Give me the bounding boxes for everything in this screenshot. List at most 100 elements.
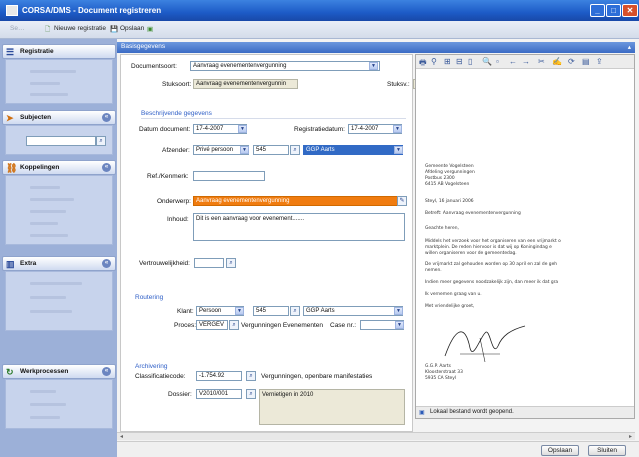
rotate-icon[interactable]: ⟳ [568,57,575,66]
columns-icon: ▥ [6,259,15,269]
split-icon[interactable]: ⊟ [456,57,463,66]
process-icon: ↻ [6,367,14,377]
tools-icon[interactable]: ✂ [538,57,545,66]
ref-kenmerk-field[interactable] [193,171,265,181]
klant-label: Klant: [177,308,194,315]
preview-status-text: Lokaal bestand wordt geopend. [430,409,514,415]
zoom-in-icon[interactable]: ▫ [496,57,499,66]
grid-icon[interactable]: ⊞ [444,57,451,66]
search-icon[interactable]: ⌕ [96,136,106,146]
datum-document-label: Datum document: [139,126,191,133]
dossier-field[interactable]: V2010/001 [196,389,242,399]
letter-line: nemen. [425,268,442,273]
subjecten-body: ⌕ [5,125,113,155]
vertrouwelijkheid-field[interactable] [194,258,224,268]
ref-kenmerk-label: Ref./Kenmerk: [147,173,189,180]
close-button[interactable]: ✕ [622,4,638,17]
onderwerp-field[interactable]: Aanvraag evenementenvergunning [193,196,398,206]
save-close-icon[interactable]: ▣ [147,25,153,33]
subject-search-input[interactable] [26,136,96,146]
chevron-down-icon[interactable]: ▼ [395,321,404,329]
documentsoort-label: Documentsoort: [131,63,177,70]
proces-code-field[interactable]: VERGEV [196,320,228,330]
klant-name-select[interactable]: GGP Aarts [303,306,403,316]
archivering-group-label: Archivering [135,363,168,370]
werkprocessen-items [5,379,113,429]
vertrouwelijkheid-label: Vertrouwelijkheid: [139,260,190,267]
search-icon[interactable]: ⌕ [229,320,239,330]
forward-icon[interactable]: → [522,57,530,66]
search-icon[interactable]: ⌕ [290,306,300,316]
inhoud-textarea[interactable]: Dit is een aanvraag voor evenement......… [193,213,405,241]
classificatiecode-field[interactable]: -1.754.92 [196,371,242,381]
edit-icon[interactable]: ✎ [397,196,407,206]
disabled-toolbar-button[interactable]: Se… [10,25,24,32]
panel-header: Basisgegevens ▴ [117,42,635,53]
letter-line: willen organiseren voor de gemeentedag. [425,251,517,256]
sidebar-label-subjecten: Subjecten [20,114,52,121]
chevron-down-icon[interactable]: ▼ [369,62,378,70]
minimize-button[interactable]: _ [590,4,605,17]
divider [141,118,406,119]
chevron-down-icon[interactable]: ▼ [394,307,403,315]
fit-icon[interactable]: ▤ [582,57,590,66]
search-icon[interactable]: 🔍 [482,57,492,66]
beschrijvende-group-label: Beschrijvende gegevens [141,110,212,117]
save-toolbar-button[interactable]: Opslaan [120,25,144,32]
save-icon: 💾 [110,26,119,33]
sidebar-section-koppelingen[interactable]: ⛓ Koppelingen « [2,160,116,175]
print-icon[interactable]: 🖶 [419,57,427,71]
new-doc-icon: 🗋 [45,26,51,33]
sidebar-label-werkprocessen: Werkprocessen [20,368,69,375]
back-icon[interactable]: ← [509,57,517,66]
page-icon[interactable]: ▯ [468,57,472,66]
sidebar-section-registratie[interactable]: ☰ Registratie [2,44,116,59]
close-form-button[interactable]: Sluiten [588,445,626,456]
search-icon[interactable]: ⌕ [290,145,300,155]
koppelingen-items [5,175,113,245]
stuksv-label: Stuksv.: [387,81,410,88]
save-button[interactable]: Opslaan [541,445,579,456]
search-icon[interactable]: ⌕ [246,371,256,381]
afzender-label: Afzender: [162,147,190,154]
case-label: Case nr.: [330,322,357,329]
proces-label: Proces: [174,322,197,329]
collapse-icon[interactable]: « [102,259,111,268]
stuksoort-label: Stuksoort: [162,81,192,88]
maximize-button[interactable]: □ [606,4,621,17]
zoom-icon[interactable]: ⚲ [431,57,437,66]
letter-line: Afdeling vergunningen [425,170,475,175]
sidebar-label-extra: Extra [20,260,37,267]
chevron-down-icon[interactable]: ▼ [235,307,244,315]
export-icon[interactable]: ⇪ [596,57,603,66]
collapse-icon[interactable]: « [102,163,111,172]
scroll-right-icon[interactable]: ▸ [629,433,632,440]
documentsoort-select[interactable]: Aanvraag evenementenvergunning [190,61,380,71]
search-icon[interactable]: ⌕ [226,258,236,268]
chevron-down-icon[interactable]: ▼ [240,146,249,154]
scroll-left-icon[interactable]: ◂ [120,433,123,440]
routering-group-label: Routering [135,294,164,301]
letter-line: Met vriendelijke groet, [425,304,475,309]
new-registration-button[interactable]: Nieuwe registratie [54,25,106,32]
horizontal-scrollbar[interactable]: ◂ ▸ [117,432,635,440]
afzender-name-select[interactable]: GGP Aarts [303,145,403,155]
search-icon[interactable]: ⌕ [246,389,256,399]
klant-code-field[interactable]: 545 [253,306,289,316]
inhoud-label: Inhoud: [167,216,189,223]
link-icon: ⛓ [6,163,18,173]
letter-line: Postbus 2300 [425,176,455,181]
letter-line: Indien meer gegevens noodzakelijk zijn, … [425,280,559,285]
panel-collapse-icon[interactable]: ▴ [628,43,631,51]
stuksoort-field: Aanvraag evenementenvergunnin [193,79,298,89]
collapse-icon[interactable]: « [102,367,111,376]
annotate-icon[interactable]: ✍ [552,57,562,66]
afzender-code-field[interactable]: 545 [253,145,289,155]
sidebar-section-subjecten[interactable]: ➤ Subjecten « [2,110,116,125]
chevron-down-icon[interactable]: ▼ [394,146,403,154]
sidebar-section-werkprocessen[interactable]: ↻ Werkprocessen « [2,364,116,379]
chevron-down-icon[interactable]: ▼ [238,125,247,133]
collapse-icon[interactable]: « [102,113,111,122]
chevron-down-icon[interactable]: ▼ [393,125,402,133]
sidebar-section-extra[interactable]: ▥ Extra « [2,256,116,271]
